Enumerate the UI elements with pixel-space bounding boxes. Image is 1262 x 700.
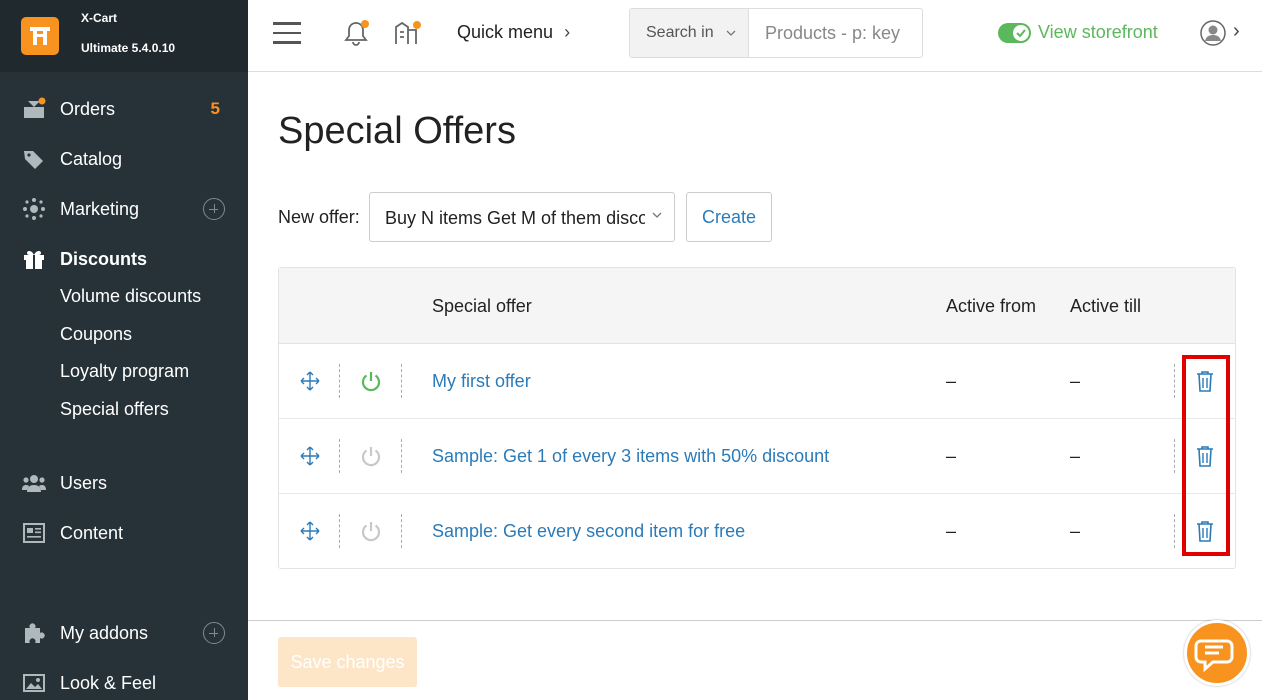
puzzle-icon (25, 623, 45, 643)
column-divider (401, 364, 402, 398)
add-addon-icon[interactable] (203, 622, 225, 644)
column-divider (339, 514, 340, 548)
add-marketing-icon[interactable] (203, 198, 225, 220)
chevron-down-icon (652, 212, 662, 218)
offer-name-link[interactable]: Sample: Get 1 of every 3 items with 50% … (432, 446, 829, 467)
orders-count-badge: 5 (210, 99, 220, 118)
sidebar-item-label: Marketing (60, 198, 140, 219)
active-from-value: – (946, 446, 957, 466)
quick-menu-label: Quick menu (457, 22, 554, 42)
sidebar-item-label: Look & Feel (60, 672, 157, 693)
orders-icon (24, 97, 46, 118)
column-divider (1174, 514, 1175, 548)
marketplace-icon[interactable] (392, 18, 422, 48)
column-divider (1174, 364, 1175, 398)
column-divider (1174, 439, 1175, 473)
chat-bubble-icon (1194, 639, 1234, 673)
move-handle-icon[interactable] (299, 445, 321, 467)
sidebar-item-label: Users (60, 472, 108, 493)
sidebar-subitem-volume-discounts[interactable]: Volume discounts (60, 286, 201, 307)
column-header-special-offer[interactable]: Special offer (432, 296, 532, 317)
chevron-right-icon: › (564, 22, 571, 42)
users-icon (22, 475, 46, 492)
page-title: Special Offers (278, 110, 516, 152)
table-row: Sample: Get every second item for free –… (279, 494, 1235, 569)
chevron-down-icon (726, 30, 736, 36)
save-changes-button[interactable]: Save changes (278, 637, 417, 687)
delete-column-highlight (1182, 355, 1230, 556)
account-chevron-icon[interactable]: › (1233, 20, 1240, 43)
move-handle-icon[interactable] (299, 520, 321, 542)
network-icon (23, 198, 45, 220)
new-offer-selected-value: Buy N items Get M of them discounted (385, 208, 645, 228)
search-input[interactable] (750, 9, 922, 57)
chat-support-button[interactable] (1184, 620, 1250, 686)
column-header-active-from[interactable]: Active from (946, 296, 1036, 317)
top-header: Quick menu › Search in View storefront › (248, 0, 1262, 72)
power-off-icon[interactable] (360, 520, 382, 542)
column-header-active-till[interactable]: Active till (1070, 296, 1141, 317)
content-icon (23, 523, 45, 543)
sidebar-item-label: Catalog (60, 148, 123, 169)
sidebar-item-my-addons[interactable]: My addons (0, 608, 248, 658)
column-divider (339, 439, 340, 473)
sidebar-subitem-loyalty-program[interactable]: Loyalty program (60, 361, 189, 382)
sidebar-item-label: My addons (60, 622, 149, 643)
active-till-value: – (1070, 521, 1081, 541)
new-offer-label: New offer: (278, 207, 360, 227)
gift-icon (24, 250, 44, 269)
sidebar-item-catalog[interactable]: Catalog (0, 134, 248, 184)
power-on-icon[interactable] (360, 370, 382, 392)
brand-edition: Ultimate 5.4.0.10 (81, 41, 176, 55)
view-storefront-link[interactable]: View storefront (1038, 22, 1158, 43)
new-offer-type-select[interactable]: Buy N items Get M of them discounted (369, 192, 675, 242)
move-handle-icon[interactable] (299, 370, 321, 392)
active-till-value: – (1070, 371, 1081, 391)
storefront-toggle[interactable] (998, 23, 1031, 43)
sidebar-item-label: Orders (60, 98, 116, 119)
table-row: Sample: Get 1 of every 3 items with 50% … (279, 419, 1235, 494)
quick-menu-button[interactable]: Quick menu › (457, 22, 570, 43)
sticky-footer: Save changes (248, 620, 1262, 700)
sidebar-item-discounts[interactable]: Discounts (0, 234, 248, 284)
image-icon (23, 674, 45, 692)
sidebar-item-marketing[interactable]: Marketing (0, 184, 248, 234)
check-icon (1013, 25, 1029, 41)
active-from-value: – (946, 521, 957, 541)
user-avatar-icon[interactable] (1200, 20, 1226, 46)
special-offers-table: Special offer Active from Active till My… (278, 267, 1236, 569)
tag-icon (24, 151, 43, 169)
sidebar-subitem-special-offers[interactable]: Special offers (60, 399, 169, 420)
sidebar-item-orders[interactable]: Orders 5 (0, 84, 248, 134)
column-divider (401, 514, 402, 548)
sidebar-item-users[interactable]: Users (0, 458, 248, 508)
search-box: Search in (629, 8, 923, 58)
create-offer-button[interactable]: Create (686, 192, 772, 242)
table-row: My first offer – – (279, 344, 1235, 419)
sidebar-item-look-feel[interactable]: Look & Feel (0, 658, 248, 700)
sidebar-subitem-coupons[interactable]: Coupons (60, 324, 132, 345)
column-divider (401, 439, 402, 473)
power-off-icon[interactable] (360, 445, 382, 467)
column-divider (339, 364, 340, 398)
search-scope-select[interactable]: Search in (630, 9, 749, 57)
table-header: Special offer Active from Active till (279, 268, 1235, 344)
sidebar: X-Cart Ultimate 5.4.0.10 Orders 5 Catalo… (0, 0, 248, 700)
offer-name-link[interactable]: My first offer (432, 371, 531, 392)
xcart-logo-icon[interactable] (21, 17, 59, 55)
brand: X-Cart Ultimate 5.4.0.10 (0, 0, 248, 72)
brand-name: X-Cart (81, 11, 118, 25)
active-till-value: – (1070, 446, 1081, 466)
search-scope-label: Search in (646, 24, 714, 41)
sidebar-item-label: Content (60, 522, 124, 543)
menu-toggle-icon[interactable] (273, 22, 301, 44)
notifications-bell-icon[interactable] (341, 18, 371, 48)
sidebar-item-label: Discounts (60, 248, 148, 269)
active-from-value: – (946, 371, 957, 391)
sidebar-item-content[interactable]: Content (0, 508, 248, 558)
offer-name-link[interactable]: Sample: Get every second item for free (432, 521, 745, 542)
